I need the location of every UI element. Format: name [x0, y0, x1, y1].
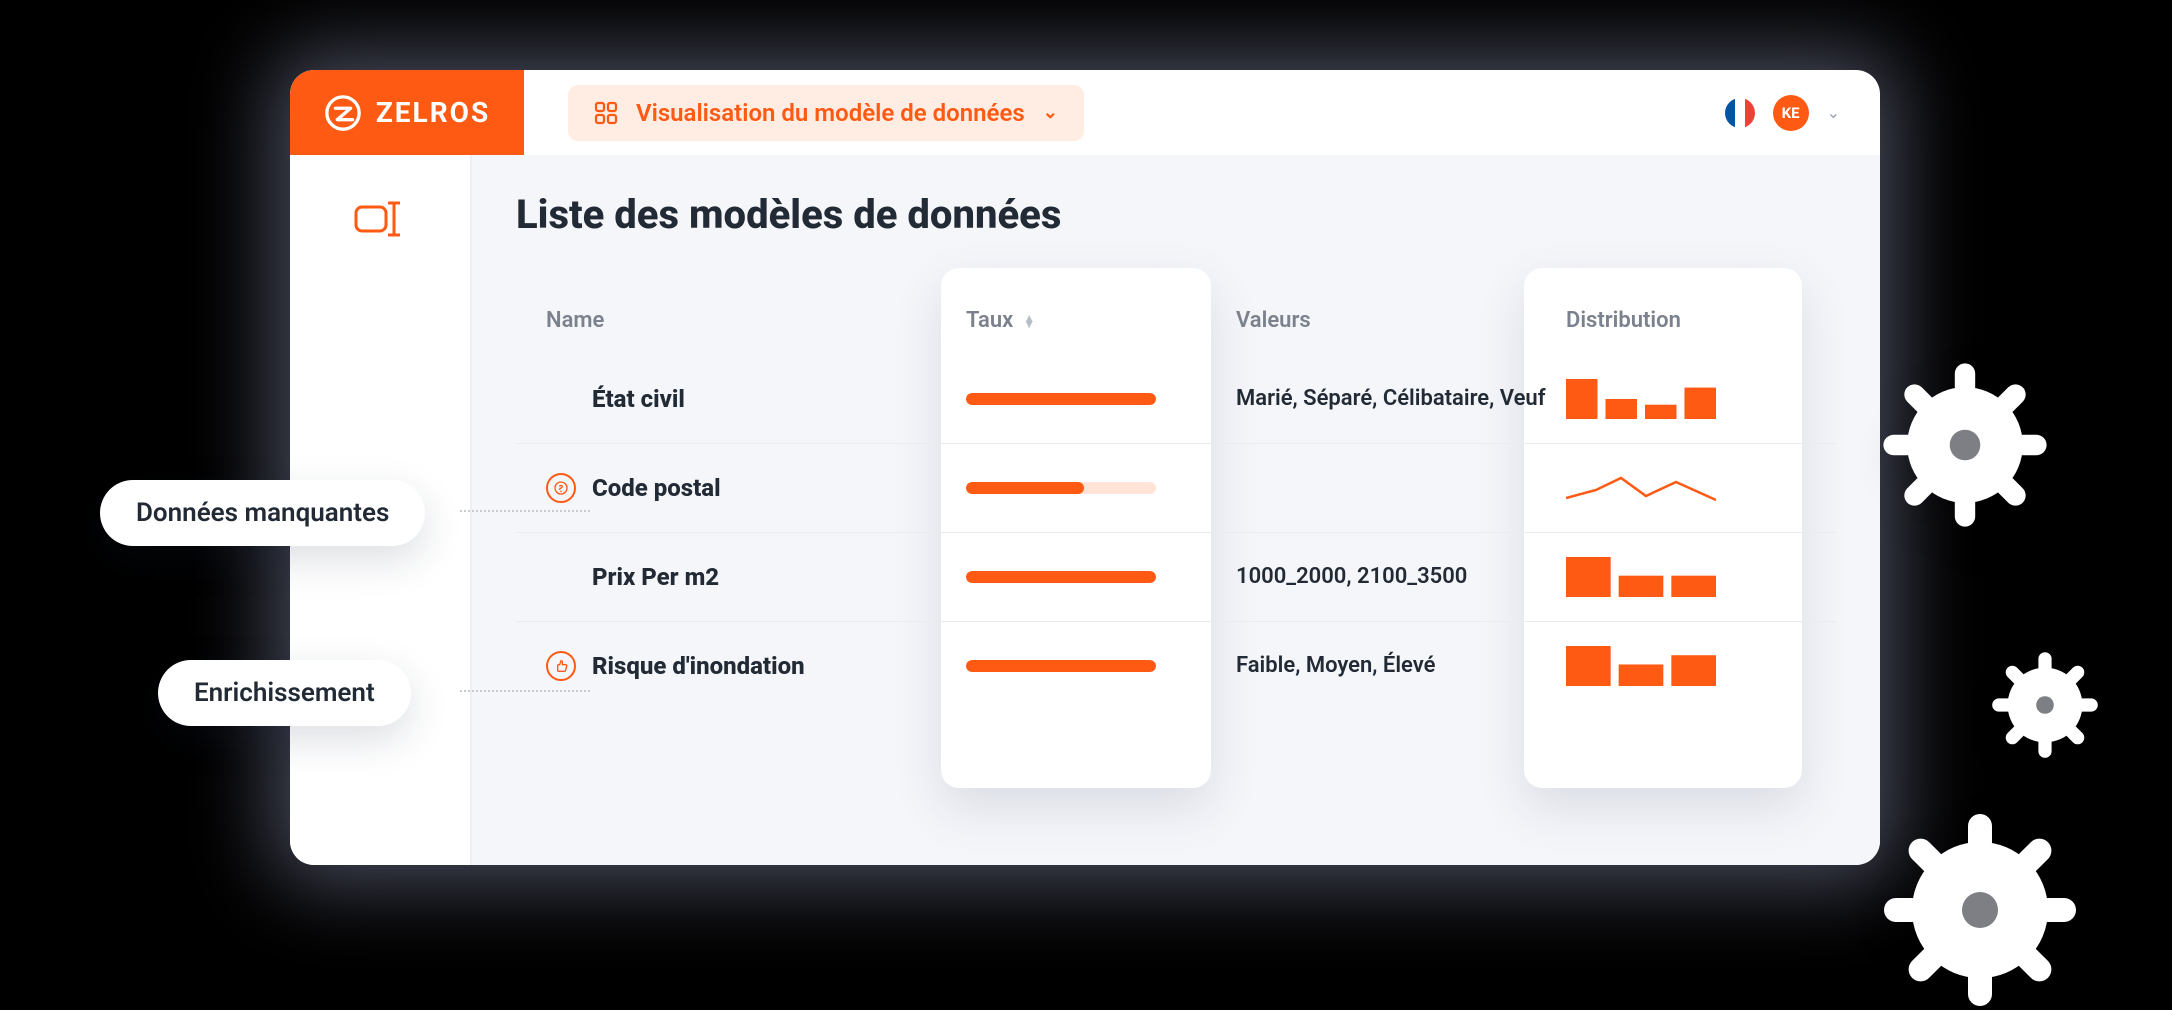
values-cell: 1000_2000, 2100_3500: [1236, 563, 1566, 592]
rate-cell: [966, 571, 1236, 583]
rate-cell: [966, 660, 1236, 672]
rate-bar: [966, 393, 1156, 405]
distribution-cell: [1566, 379, 1806, 419]
zelros-logo-icon: [324, 94, 362, 132]
table-row[interactable]: Prix Per m2 1000_2000, 2100_3500: [516, 532, 1836, 621]
name-cell: Prix Per m2: [546, 562, 966, 592]
row-name: État civil: [592, 385, 685, 413]
brand-logo[interactable]: ZELROS: [290, 70, 524, 155]
gear-decoration: [1990, 650, 2100, 760]
data-models-table: Name Taux ▲▼ Valeurs Distribution État c…: [516, 286, 1836, 710]
brand-name: ZELROS: [376, 96, 490, 129]
connector-line: [460, 510, 590, 512]
values-cell: Marié, Séparé, Célibataire, Veuf: [1236, 385, 1566, 414]
col-header-rate[interactable]: Taux ▲▼: [966, 308, 1236, 333]
user-avatar[interactable]: KE: [1773, 95, 1809, 131]
distribution-cell: [1566, 468, 1806, 508]
distribution-cell: [1566, 557, 1806, 597]
row-name: Risque d'inondation: [592, 652, 805, 680]
topbar-right: KE ⌄: [1725, 95, 1840, 131]
col-header-name[interactable]: Name: [546, 308, 966, 333]
text-cursor-icon[interactable]: [354, 199, 406, 239]
warning-icon: [546, 473, 576, 503]
sort-icon: ▲▼: [1023, 315, 1035, 327]
mode-selector[interactable]: Visualisation du modèle de données ⌄: [568, 85, 1084, 141]
table-row[interactable]: État civil Marié, Séparé, Célibataire, Ve…: [516, 355, 1836, 443]
topbar: ZELROS Visualisation du modèle de donnée…: [290, 70, 1880, 155]
main-content: Liste des modèles de données Name Taux ▲…: [472, 155, 1880, 865]
table-row[interactable]: Risque d'inondation Faible, Moyen, Élevé: [516, 621, 1836, 710]
name-cell: Risque d'inondation: [546, 651, 966, 681]
gear-decoration: [1880, 810, 2080, 1010]
avatar-initials: KE: [1782, 104, 1800, 122]
col-header-distribution[interactable]: Distribution: [1566, 308, 1806, 333]
grid-icon: [594, 101, 618, 125]
rate-bar: [966, 482, 1156, 494]
rate-bar: [966, 660, 1156, 672]
chevron-down-icon[interactable]: ⌄: [1827, 103, 1840, 122]
mode-label: Visualisation du modèle de données: [636, 99, 1025, 127]
rate-cell: [966, 393, 1236, 405]
chevron-down-icon: ⌄: [1043, 102, 1058, 123]
thumbs-up-icon: [546, 651, 576, 681]
row-name: Code postal: [592, 474, 721, 502]
table-row[interactable]: Code postal: [516, 443, 1836, 532]
col-header-values[interactable]: Valeurs: [1236, 308, 1566, 333]
name-cell: Code postal: [546, 473, 966, 503]
connector-line: [460, 690, 590, 692]
callout-missing-data: Données manquantes: [100, 480, 425, 546]
table-header: Name Taux ▲▼ Valeurs Distribution: [516, 286, 1836, 355]
page-title: Liste des modèles de données: [516, 191, 1836, 238]
rate-cell: [966, 482, 1236, 494]
row-name: Prix Per m2: [592, 563, 719, 591]
gear-decoration: [1880, 360, 2050, 530]
values-cell: Faible, Moyen, Élevé: [1236, 652, 1566, 681]
app-window: ZELROS Visualisation du modèle de donnée…: [290, 70, 1880, 865]
rate-bar: [966, 571, 1156, 583]
name-cell: État civil: [546, 384, 966, 414]
callout-enrichment: Enrichissement: [158, 660, 411, 726]
locale-flag-fr[interactable]: [1725, 98, 1755, 128]
distribution-cell: [1566, 646, 1806, 686]
